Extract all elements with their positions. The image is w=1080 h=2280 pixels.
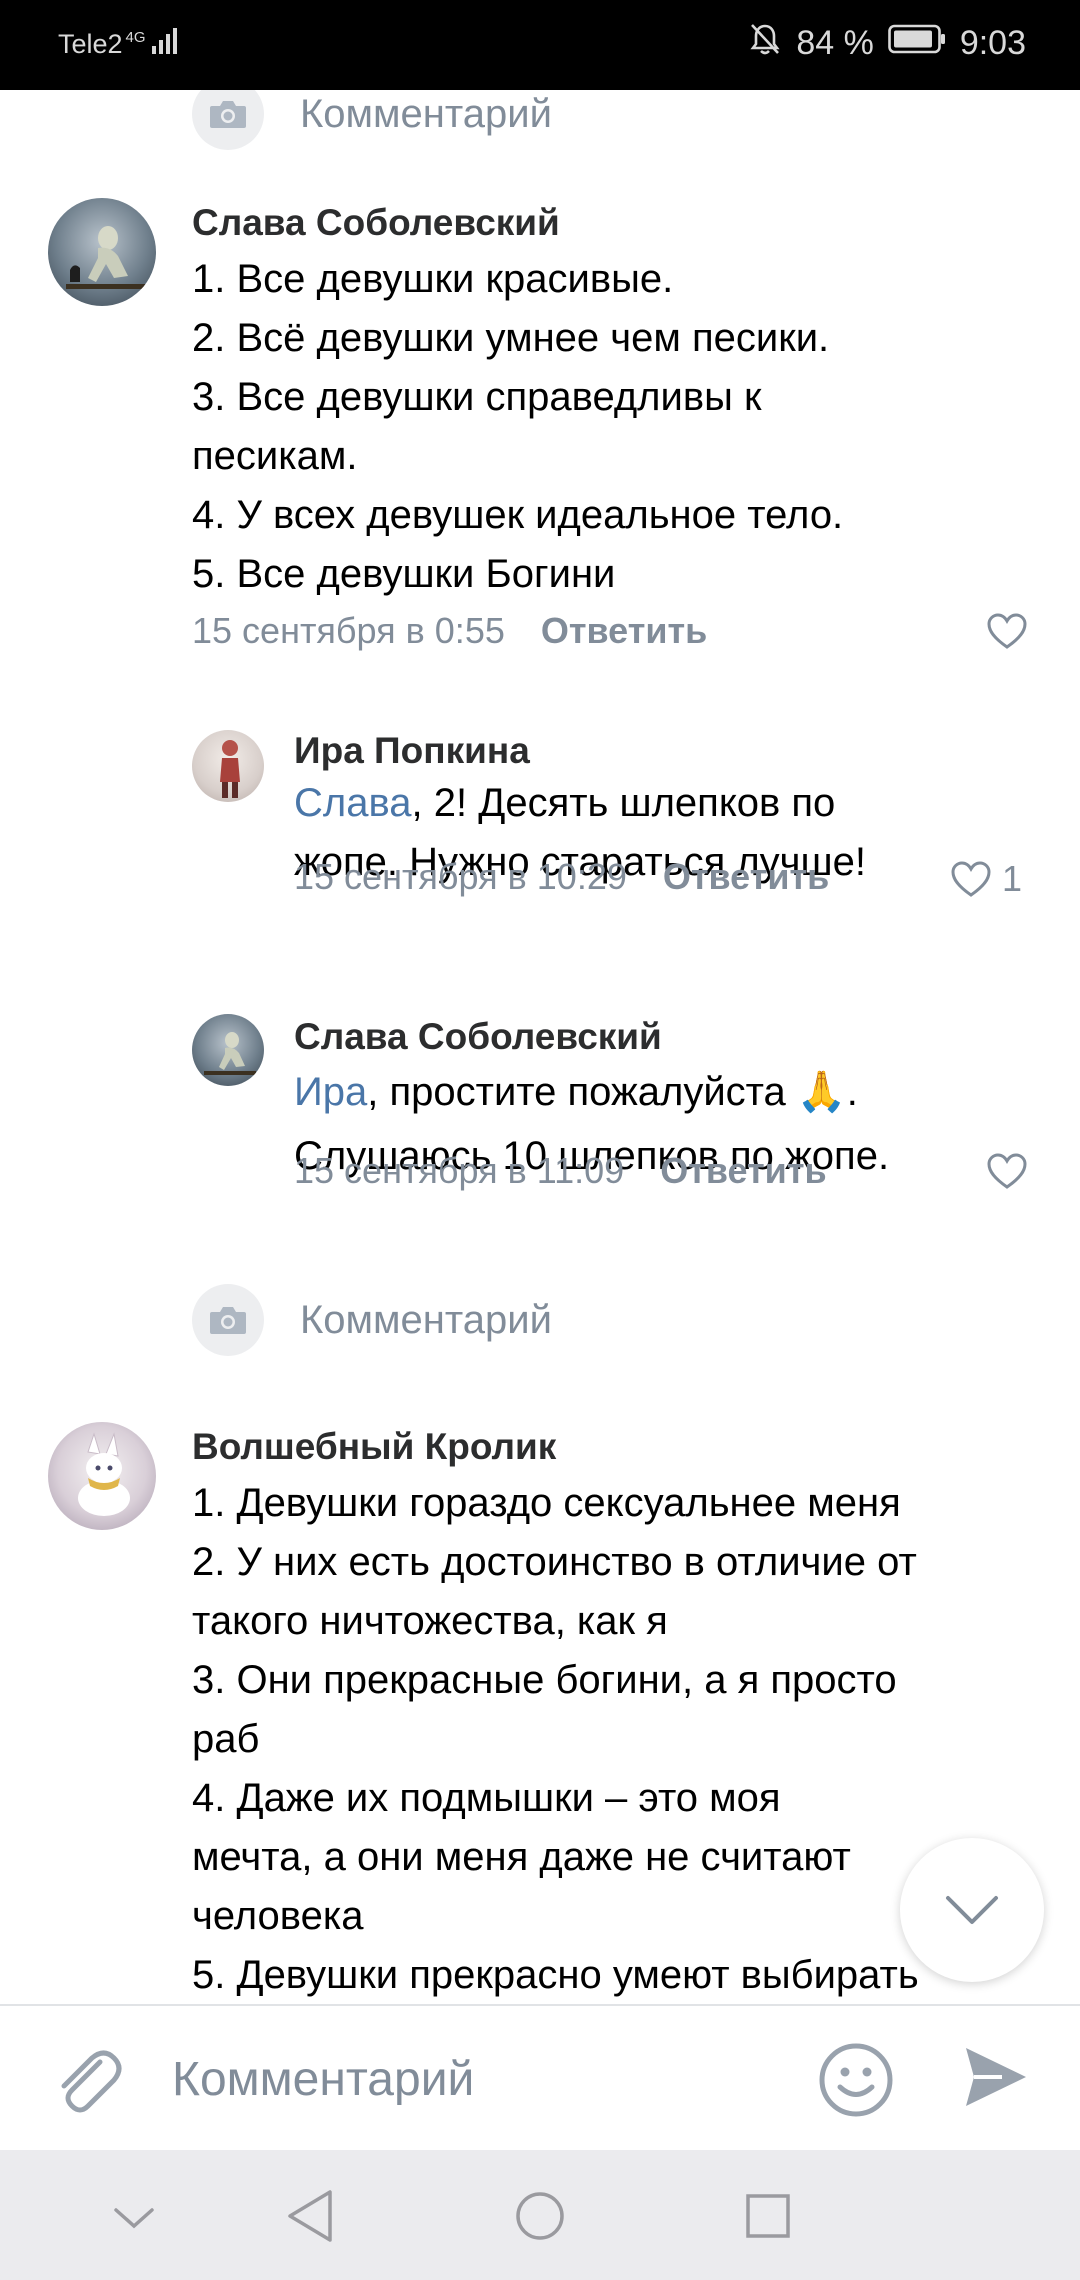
comment-line-rest: , 2! Десять шлепков по: [411, 781, 836, 825]
status-right: 84 % 9:03: [748, 22, 1026, 65]
comment-prompt-top[interactable]: Комментарий: [192, 90, 552, 150]
comment-text: 1. Девушки гораздо сексуальнее меня 2. У…: [192, 1474, 919, 2004]
comment-line: Слава, 2! Десять шлепков по: [294, 774, 866, 833]
mute-bell-icon: [748, 22, 782, 65]
comment-prompt-label: Комментарий: [300, 91, 552, 136]
network-label: 4G: [125, 29, 146, 46]
comment-input[interactable]: [170, 2042, 770, 2116]
comment-line: человека: [192, 1894, 364, 1938]
comments-feed[interactable]: Комментарий Слава Соболевский 1. Все дев…: [0, 90, 1080, 2004]
comment-line: песикам.: [192, 434, 358, 478]
comment-line: Ира, простите пожалуйста 🙏.: [294, 1060, 889, 1124]
comment-line: 5. Девушки прекрасно умеют выбирать: [192, 1953, 919, 1997]
comment-input-bar: [0, 2004, 1080, 2150]
mention-link[interactable]: Слава: [294, 781, 412, 825]
comment-prompt[interactable]: Комментарий: [192, 1284, 552, 1356]
comment-text: 1. Все девушки красивые. 2. Всё девушки …: [192, 250, 843, 604]
avatar[interactable]: [192, 1014, 264, 1086]
comment-prompt-label: Комментарий: [300, 1297, 552, 1342]
like-button[interactable]: [986, 1152, 1038, 1190]
reply-item: Слава Соболевский Ира, простите пожалуйс…: [0, 1014, 1080, 1274]
camera-icon[interactable]: [192, 1284, 264, 1356]
comment-item: Слава Соболевский 1. Все девушки красивы…: [0, 198, 1080, 758]
comment-line: 5. Все девушки Богини: [192, 552, 616, 596]
comment-line: 4. Даже их подмышки – это моя: [192, 1776, 781, 1820]
attach-icon[interactable]: [52, 2042, 122, 2123]
reply-button[interactable]: Ответить: [663, 856, 829, 898]
carrier-label: Tele2: [58, 29, 123, 59]
clock: 9:03: [959, 24, 1026, 62]
heart-icon: [987, 613, 1027, 649]
signal-icon: [150, 26, 180, 63]
heart-icon: [987, 1153, 1027, 1189]
comment-line: 2. У них есть достоинство в отличие от: [192, 1540, 917, 1584]
camera-icon[interactable]: [192, 90, 264, 150]
comment-line: 2. Всё девушки умнее чем песики.: [192, 316, 830, 360]
comment-line: 4. У всех девушек идеальное тело.: [192, 493, 844, 537]
comment-author[interactable]: Слава Соболевский: [192, 202, 560, 244]
comment-line: 1. Девушки гораздо сексуальнее меня: [192, 1481, 901, 1525]
hide-keyboard-icon[interactable]: [110, 2204, 158, 2237]
reply-button[interactable]: Ответить: [660, 1150, 826, 1192]
send-icon[interactable]: [962, 2044, 1030, 2115]
recents-icon[interactable]: [744, 2192, 792, 2245]
mention-link[interactable]: Ира: [294, 1070, 367, 1114]
battery-icon: [888, 24, 946, 63]
comment-line: такого ничтожества, как я: [192, 1599, 668, 1643]
comment-line: мечта, а они меня даже не считают: [192, 1835, 851, 1879]
avatar[interactable]: [192, 730, 264, 802]
battery-percent: 84 %: [796, 24, 874, 62]
comment-meta: 15 сентября в 10:29 Ответить: [294, 856, 829, 898]
avatar[interactable]: [48, 1422, 156, 1530]
avatar[interactable]: [48, 198, 156, 306]
heart-icon: [951, 861, 991, 897]
comment-author[interactable]: Слава Соболевский: [294, 1016, 662, 1058]
comment-line: 1. Все девушки красивые.: [192, 257, 674, 301]
scroll-down-button[interactable]: [900, 1838, 1044, 1982]
system-nav-bar: [0, 2150, 1080, 2280]
comment-line-rest: , простите пожалуйста 🙏.: [367, 1070, 858, 1114]
comment-author[interactable]: Волшебный Кролик: [192, 1426, 556, 1468]
comment-meta: 15 сентября в 0:55 Ответить: [192, 610, 707, 652]
comment-date: 15 сентября в 0:55: [192, 610, 505, 651]
status-bar: Tele2 4G 84 % 9:03: [0, 0, 1080, 90]
comment-author[interactable]: Ира Попкина: [294, 730, 530, 772]
status-left: Tele2 4G: [58, 26, 180, 63]
like-count: 1: [1002, 858, 1023, 899]
like-button[interactable]: 1: [950, 858, 1022, 900]
comment-line: 3. Они прекрасные богини, а я просто: [192, 1658, 897, 1702]
back-icon[interactable]: [284, 2188, 336, 2249]
comment-line: раб: [192, 1717, 260, 1761]
chevron-down-icon: [946, 1896, 998, 1924]
like-button[interactable]: [986, 612, 1038, 650]
reply-button[interactable]: Ответить: [541, 610, 707, 652]
home-icon[interactable]: [514, 2190, 566, 2247]
comment-date: 15 сентября в 11:09: [294, 1150, 625, 1191]
comment-meta: 15 сентября в 11:09 Ответить: [294, 1150, 827, 1192]
comment-date: 15 сентября в 10:29: [294, 856, 627, 897]
emoji-icon[interactable]: [818, 2042, 894, 2123]
comment-line: 3. Все девушки справедливы к: [192, 375, 762, 419]
